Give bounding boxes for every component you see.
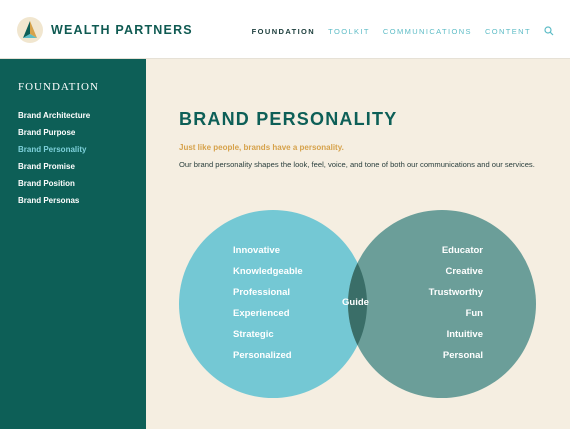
trait-left-2: Knowledgeable: [233, 266, 303, 277]
sidebar-title: FOUNDATION: [18, 81, 99, 93]
main-nav: FOUNDATION TOOLKIT COMMUNICATIONS CONTEN…: [239, 26, 554, 36]
trait-left-3: Professional: [233, 287, 291, 298]
sidebar-menu: Brand Architecture Brand Purpose Brand P…: [18, 110, 90, 212]
trait-right-5: Intuitive: [446, 329, 483, 340]
tagline: Just like people, brands have a personal…: [179, 143, 344, 152]
trait-right-1: Educator: [441, 245, 483, 256]
trait-left-6: Personalized: [233, 350, 292, 361]
trait-right-4: Fun: [465, 308, 483, 319]
logo[interactable]: WEALTH PARTNERS: [17, 17, 193, 43]
trait-right-6: Personal: [442, 350, 483, 361]
brand-name: WEALTH PARTNERS: [51, 23, 193, 37]
sidebar-item-brand-purpose[interactable]: Brand Purpose: [18, 127, 90, 144]
logo-mark-icon: [17, 17, 43, 43]
personality-venn-diagram: Innovative Knowledgeable Professional Ex…: [178, 197, 538, 415]
trait-right-3: Trustworthy: [428, 287, 483, 298]
sidebar-item-brand-promise[interactable]: Brand Promise: [18, 161, 90, 178]
sidebar-item-brand-personality[interactable]: Brand Personality: [18, 144, 90, 161]
sidebar-item-brand-architecture[interactable]: Brand Architecture: [18, 110, 90, 127]
page-title: BRAND PERSONALITY: [179, 109, 398, 129]
sidebar: FOUNDATION Brand Architecture Brand Purp…: [0, 59, 146, 429]
nav-communications[interactable]: COMMUNICATIONS: [383, 27, 472, 36]
trait-left-4: Experienced: [233, 308, 290, 319]
nav-content[interactable]: CONTENT: [485, 27, 531, 36]
nav-toolkit[interactable]: TOOLKIT: [328, 27, 370, 36]
search-icon[interactable]: [544, 26, 554, 36]
trait-shared: Guide: [342, 297, 369, 308]
trait-left-1: Innovative: [233, 245, 280, 256]
venn-right-circle: [348, 210, 536, 398]
sidebar-item-brand-position[interactable]: Brand Position: [18, 178, 90, 195]
venn-left-circle: [179, 210, 367, 398]
trait-right-2: Creative: [445, 266, 484, 277]
description: Our brand personality shapes the look, f…: [179, 160, 535, 169]
trait-left-5: Strategic: [233, 329, 274, 340]
top-navigation-bar: WEALTH PARTNERS FOUNDATION TOOLKIT COMMU…: [0, 0, 570, 59]
sidebar-item-brand-personas[interactable]: Brand Personas: [18, 195, 90, 212]
nav-foundation[interactable]: FOUNDATION: [252, 27, 315, 36]
